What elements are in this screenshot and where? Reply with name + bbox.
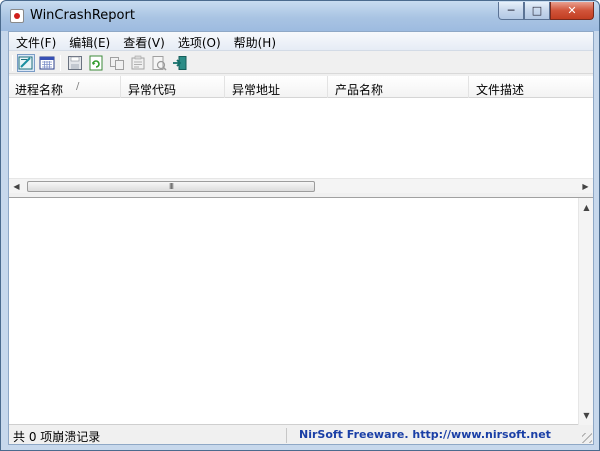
calendar-icon bbox=[39, 56, 55, 70]
view-report-icon bbox=[18, 56, 33, 70]
toolbar bbox=[9, 52, 593, 74]
menu-options[interactable]: 选项(O) bbox=[171, 32, 227, 51]
close-button[interactable]: ✕ bbox=[550, 2, 594, 20]
save-button[interactable] bbox=[66, 54, 84, 72]
menu-edit[interactable]: 编辑(E) bbox=[62, 32, 116, 51]
menu-view[interactable]: 查看(V) bbox=[116, 32, 171, 51]
window-controls: ─ □ ✕ bbox=[498, 2, 594, 20]
app-window: WinCrashReport ─ □ ✕ 文件(F) 编辑(E) 查看(V) 选… bbox=[0, 0, 600, 451]
title-bar[interactable]: WinCrashReport ─ □ ✕ bbox=[1, 1, 599, 31]
column-exception-code[interactable]: 异常代码 bbox=[122, 76, 225, 98]
client-area: 文件(F) 编辑(E) 查看(V) 选项(O) 帮助(H) 进程名称 / 异常代… bbox=[8, 31, 594, 445]
vertical-scrollbar[interactable]: ▲ ▼ bbox=[578, 198, 593, 425]
calendar-button[interactable] bbox=[38, 54, 56, 72]
menu-file[interactable]: 文件(F) bbox=[9, 32, 62, 51]
status-bar: 共 0 项崩溃记录 NirSoft Freeware. http://www.n… bbox=[9, 426, 593, 444]
refresh-button[interactable] bbox=[87, 54, 105, 72]
window-title: WinCrashReport bbox=[30, 8, 135, 23]
scroll-thumb[interactable]: III bbox=[27, 181, 315, 192]
column-product-name[interactable]: 产品名称 bbox=[329, 76, 469, 98]
menu-help[interactable]: 帮助(H) bbox=[227, 32, 282, 51]
save-icon bbox=[68, 56, 82, 70]
nirsoft-link[interactable]: NirSoft Freeware. http://www.nirsoft.net bbox=[299, 428, 551, 441]
copy-icon bbox=[110, 57, 124, 70]
sort-indicator-icon: / bbox=[76, 81, 80, 92]
column-label: 进程名称 bbox=[15, 83, 64, 97]
minimize-button[interactable]: ─ bbox=[498, 2, 524, 20]
scroll-left-icon[interactable]: ◀ bbox=[9, 179, 24, 194]
scroll-up-icon[interactable]: ▲ bbox=[579, 200, 594, 215]
column-exception-address[interactable]: 异常地址 bbox=[226, 76, 328, 98]
scroll-down-icon[interactable]: ▼ bbox=[579, 408, 594, 423]
column-file-description[interactable]: 文件描述 bbox=[470, 76, 593, 98]
list-header: 进程名称 / 异常代码 异常地址 产品名称 文件描述 bbox=[9, 76, 593, 98]
crash-list[interactable]: 进程名称 / 异常代码 异常地址 产品名称 文件描述 ◀ III ▶ bbox=[9, 76, 593, 193]
properties-button[interactable] bbox=[129, 54, 147, 72]
exit-icon bbox=[173, 56, 187, 70]
resize-grip-icon[interactable] bbox=[582, 433, 592, 443]
scroll-right-icon[interactable]: ▶ bbox=[578, 179, 593, 194]
exit-button[interactable] bbox=[171, 54, 189, 72]
toolbar-separator bbox=[60, 55, 61, 71]
properties-icon bbox=[131, 55, 145, 70]
html-report-button[interactable] bbox=[150, 54, 168, 72]
menu-bar: 文件(F) 编辑(E) 查看(V) 选项(O) 帮助(H) bbox=[9, 32, 593, 51]
record-count: 共 0 项崩溃记录 bbox=[11, 428, 287, 444]
copy-button[interactable] bbox=[108, 54, 126, 72]
column-process-name[interactable]: 进程名称 / bbox=[9, 76, 121, 98]
html-report-icon bbox=[152, 56, 167, 71]
maximize-button[interactable]: □ bbox=[524, 2, 550, 20]
view-report-button[interactable] bbox=[17, 54, 35, 72]
app-icon[interactable] bbox=[10, 9, 24, 23]
refresh-icon bbox=[89, 55, 103, 71]
toolbar-separator bbox=[12, 55, 13, 71]
horizontal-scrollbar[interactable]: ◀ III ▶ bbox=[9, 178, 593, 193]
detail-pane[interactable]: ▲ ▼ bbox=[9, 197, 593, 425]
